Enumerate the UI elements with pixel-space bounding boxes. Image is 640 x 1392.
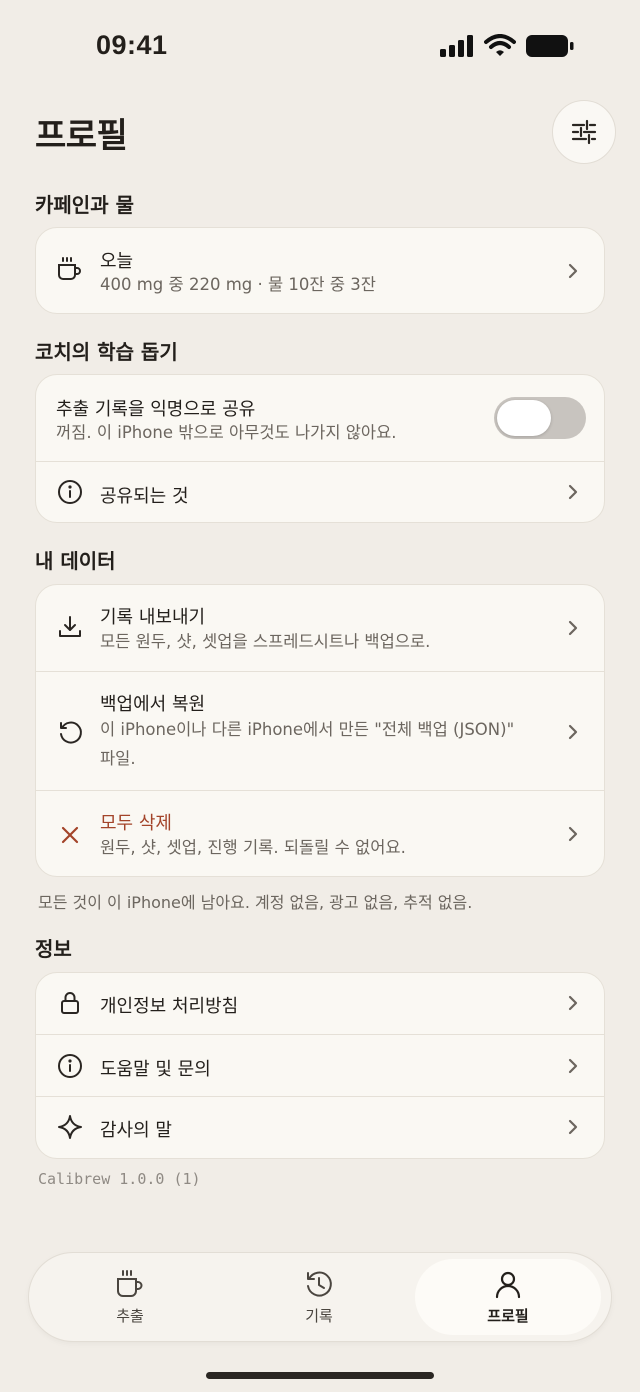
delete-all-label: 모두 삭제: [100, 813, 172, 834]
info-card: 개인정보 처리방침 도움말 및 문의 감사의 말: [35, 972, 605, 1159]
share-detail: 꺼짐. 이 iPhone 밖으로 아무것도 나가지 않아요.: [56, 423, 397, 442]
info-icon: [56, 478, 84, 506]
home-indicator: [206, 1372, 434, 1379]
download-icon: [56, 613, 84, 641]
status-bar: 09:41: [0, 0, 640, 90]
thanks-label: 감사의 말: [100, 1120, 172, 1141]
share-row: 추출 기록을 익명으로 공유 꺼짐. 이 iPhone 밖으로 아무것도 나가지…: [36, 375, 604, 461]
tab-brew-label: 추출: [116, 1307, 144, 1325]
sliders-icon: [571, 119, 597, 145]
chevron-right-icon: [568, 724, 578, 740]
page-title: 프로필: [35, 116, 128, 156]
tab-history-label: 기록: [305, 1307, 333, 1325]
cup-icon: [117, 1270, 143, 1297]
chevron-right-icon: [568, 484, 578, 500]
restore-label: 백업에서 복원: [100, 694, 206, 715]
cellular-signal-icon: [440, 35, 473, 57]
chevron-right-icon: [568, 263, 578, 279]
whats-shared-row[interactable]: 공유되는 것: [36, 461, 604, 522]
sparkle-icon: [56, 1113, 84, 1141]
restore-row[interactable]: 백업에서 복원 이 iPhone이나 다른 iPhone에서 만든 "전체 백업…: [36, 671, 604, 790]
help-row[interactable]: 도움말 및 문의: [36, 1034, 604, 1096]
today-row[interactable]: 오늘 400 mg 중 220 mg · 물 10잔 중 3잔: [36, 228, 604, 312]
thanks-row[interactable]: 감사의 말: [36, 1096, 604, 1156]
data-card: 기록 내보내기 모든 원두, 샷, 셋업을 스프레드시트나 백업으로. 백업에서…: [35, 584, 605, 877]
restore-detail: 이 iPhone이나 다른 iPhone에서 만든 "전체 백업 (JSON)"…: [100, 720, 515, 768]
battery-icon: [526, 35, 574, 57]
chevron-right-icon: [568, 1119, 578, 1135]
restore-icon: [56, 718, 84, 746]
info-icon: [56, 1052, 84, 1080]
tab-bar: 추출 기록 프로필: [28, 1252, 612, 1342]
chevron-right-icon: [568, 995, 578, 1011]
person-icon: [495, 1271, 521, 1299]
toggle-knob: [497, 400, 551, 436]
tab-profile-label: 프로필: [487, 1307, 529, 1325]
delete-all-detail: 원두, 샷, 셋업, 진행 기록. 되돌릴 수 없어요.: [100, 838, 406, 857]
section-title-info: 정보: [35, 937, 72, 961]
data-footnote: 모든 것이 이 iPhone에 남아요. 계정 없음, 광고 없음, 추적 없음…: [38, 893, 473, 912]
status-time: 09:41: [96, 30, 168, 60]
privacy-label: 개인정보 처리방침: [100, 996, 239, 1017]
tab-brew[interactable]: 추출: [37, 1253, 223, 1341]
section-title-caffeine: 카페인과 물: [35, 193, 134, 217]
settings-button[interactable]: [552, 100, 616, 164]
chevron-right-icon: [568, 620, 578, 636]
today-detail: 400 mg 중 220 mg · 물 10잔 중 3잔: [100, 275, 376, 294]
export-row[interactable]: 기록 내보내기 모든 원두, 샷, 셋업을 스프레드시트나 백업으로.: [36, 585, 604, 671]
export-detail: 모든 원두, 샷, 셋업을 스프레드시트나 백업으로.: [100, 632, 431, 651]
history-icon: [307, 1271, 332, 1297]
header: 프로필: [0, 96, 640, 166]
status-icons: [440, 34, 574, 58]
caffeine-card: 오늘 400 mg 중 220 mg · 물 10잔 중 3잔: [35, 227, 605, 314]
app-version: Calibrew 1.0.0 (1): [38, 1170, 201, 1188]
lock-icon: [56, 989, 84, 1017]
cup-icon: [56, 256, 84, 284]
privacy-row[interactable]: 개인정보 처리방침: [36, 973, 604, 1034]
chevron-right-icon: [568, 1058, 578, 1074]
tab-history[interactable]: 기록: [226, 1253, 412, 1341]
export-label: 기록 내보내기: [100, 607, 206, 628]
whats-shared-label: 공유되는 것: [100, 486, 189, 507]
share-toggle[interactable]: [494, 397, 586, 439]
section-title-coach: 코치의 학습 돕기: [35, 340, 178, 364]
wifi-icon: [484, 34, 516, 56]
close-icon: [56, 821, 84, 849]
tab-profile[interactable]: 프로필: [415, 1259, 601, 1335]
section-title-data: 내 데이터: [35, 549, 116, 573]
chevron-right-icon: [568, 826, 578, 842]
help-label: 도움말 및 문의: [100, 1059, 211, 1080]
coach-card: 추출 기록을 익명으로 공유 꺼짐. 이 iPhone 밖으로 아무것도 나가지…: [35, 374, 605, 523]
delete-all-row[interactable]: 모두 삭제 원두, 샷, 셋업, 진행 기록. 되돌릴 수 없어요.: [36, 790, 604, 876]
